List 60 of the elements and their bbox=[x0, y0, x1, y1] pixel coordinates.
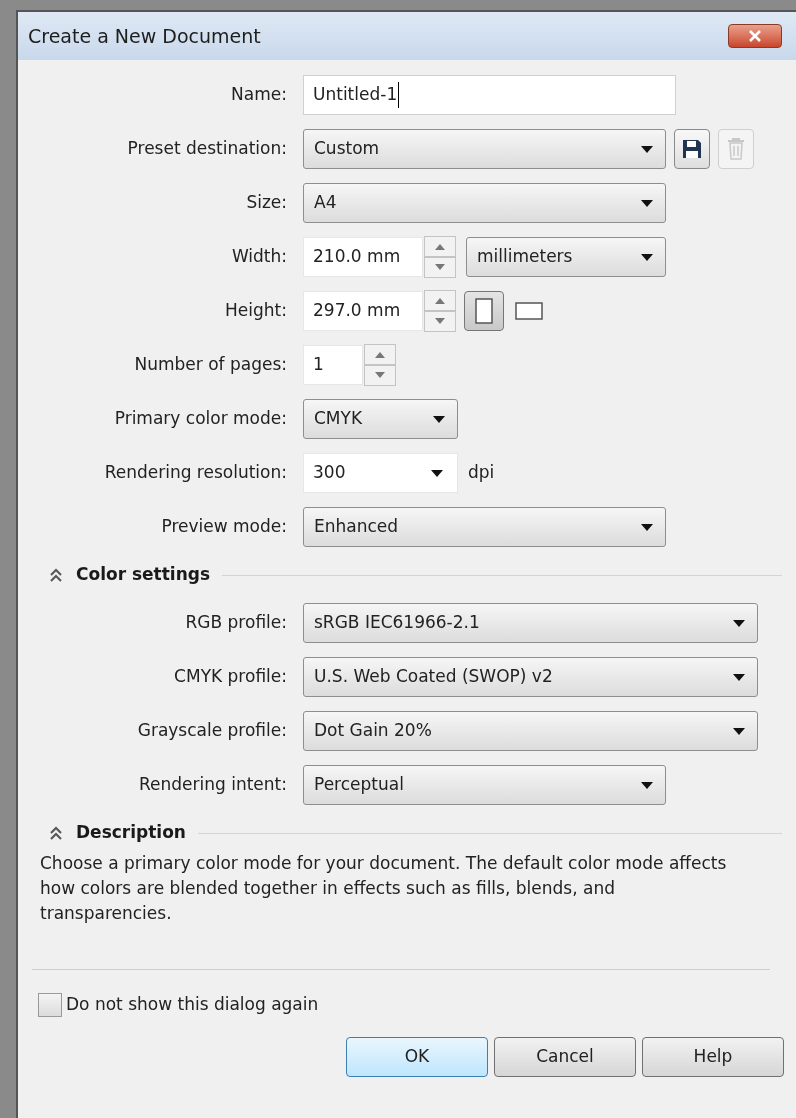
number-field[interactable]: 210.0 mm bbox=[303, 237, 423, 277]
close-icon bbox=[748, 30, 762, 42]
caret-icon bbox=[733, 673, 745, 681]
trash-icon bbox=[727, 138, 745, 160]
dropdown[interactable]: Enhanced bbox=[303, 507, 666, 547]
caret-icon bbox=[641, 145, 653, 153]
caret-icon bbox=[733, 619, 745, 627]
field-label: Grayscale profile: bbox=[136, 719, 288, 743]
window-title: Create a New Document bbox=[28, 23, 261, 49]
description-text: Choose a primary color mode for your document. The default color mode affects how colors are blended together in effects such as fills, blends, and transparencies. bbox=[39, 852, 728, 925]
collapse-icon[interactable] bbox=[50, 826, 62, 840]
number-field[interactable]: 297.0 mm bbox=[303, 291, 423, 331]
caret-icon bbox=[641, 523, 653, 531]
field-label: Rendering intent: bbox=[138, 773, 288, 797]
checkbox[interactable] bbox=[38, 993, 62, 1017]
checkbox-label: Do not show this dialog again bbox=[66, 993, 319, 1017]
number-field[interactable]: 1 bbox=[303, 345, 363, 385]
dropdown[interactable]: A4 bbox=[303, 183, 666, 223]
collapse-icon[interactable] bbox=[50, 568, 62, 582]
spinner-icon[interactable] bbox=[424, 290, 456, 332]
name-field[interactable]: Untitled-1 bbox=[303, 75, 676, 115]
dropdown[interactable]: sRGB IEC61966-2.1 bbox=[303, 603, 758, 643]
caret-icon bbox=[641, 253, 653, 261]
field-label: RGB profile: bbox=[184, 611, 288, 635]
caret-icon bbox=[431, 469, 443, 477]
dialog-button[interactable]: Help bbox=[642, 1037, 784, 1077]
caret-icon bbox=[641, 199, 653, 207]
unit-label: dpi bbox=[468, 461, 495, 485]
field-label: Number of pages: bbox=[133, 353, 288, 377]
dropdown[interactable]: Perceptual bbox=[303, 765, 666, 805]
dialog-button[interactable]: Cancel bbox=[494, 1037, 636, 1077]
field-label: Preview mode: bbox=[160, 515, 288, 539]
caret-icon bbox=[433, 415, 445, 423]
field-label: CMYK profile: bbox=[173, 665, 288, 689]
field-label: Name: bbox=[230, 83, 288, 107]
caret-icon bbox=[733, 727, 745, 735]
save-icon bbox=[682, 139, 702, 159]
spinner-icon[interactable] bbox=[424, 236, 456, 278]
section-heading: Color settings bbox=[76, 563, 211, 587]
landscape-page-icon bbox=[515, 302, 543, 320]
field-label: Size: bbox=[245, 191, 288, 215]
save-button[interactable] bbox=[674, 129, 710, 169]
caret-icon bbox=[641, 781, 653, 789]
field-label: Rendering resolution: bbox=[103, 461, 288, 485]
dropdown[interactable]: CMYK bbox=[303, 399, 458, 439]
dropdown[interactable]: Custom bbox=[303, 129, 666, 169]
field-label: Preset destination: bbox=[126, 137, 288, 161]
spinner-icon[interactable] bbox=[364, 344, 396, 386]
portrait-page-icon bbox=[475, 298, 493, 324]
dialog-button[interactable]: OK bbox=[346, 1037, 488, 1077]
dropdown[interactable]: millimeters bbox=[466, 237, 666, 277]
portrait-button[interactable] bbox=[464, 291, 504, 331]
field-label: Height: bbox=[224, 299, 288, 323]
dropdown[interactable]: Dot Gain 20% bbox=[303, 711, 758, 751]
field-label: Primary color mode: bbox=[113, 407, 288, 431]
dropdown[interactable]: U.S. Web Coated (SWOP) v2 bbox=[303, 657, 758, 697]
field-label: Width: bbox=[230, 245, 288, 269]
resolution-combo[interactable]: 300 bbox=[303, 453, 458, 493]
section-heading: Description bbox=[76, 821, 186, 845]
close-button[interactable] bbox=[728, 24, 782, 48]
